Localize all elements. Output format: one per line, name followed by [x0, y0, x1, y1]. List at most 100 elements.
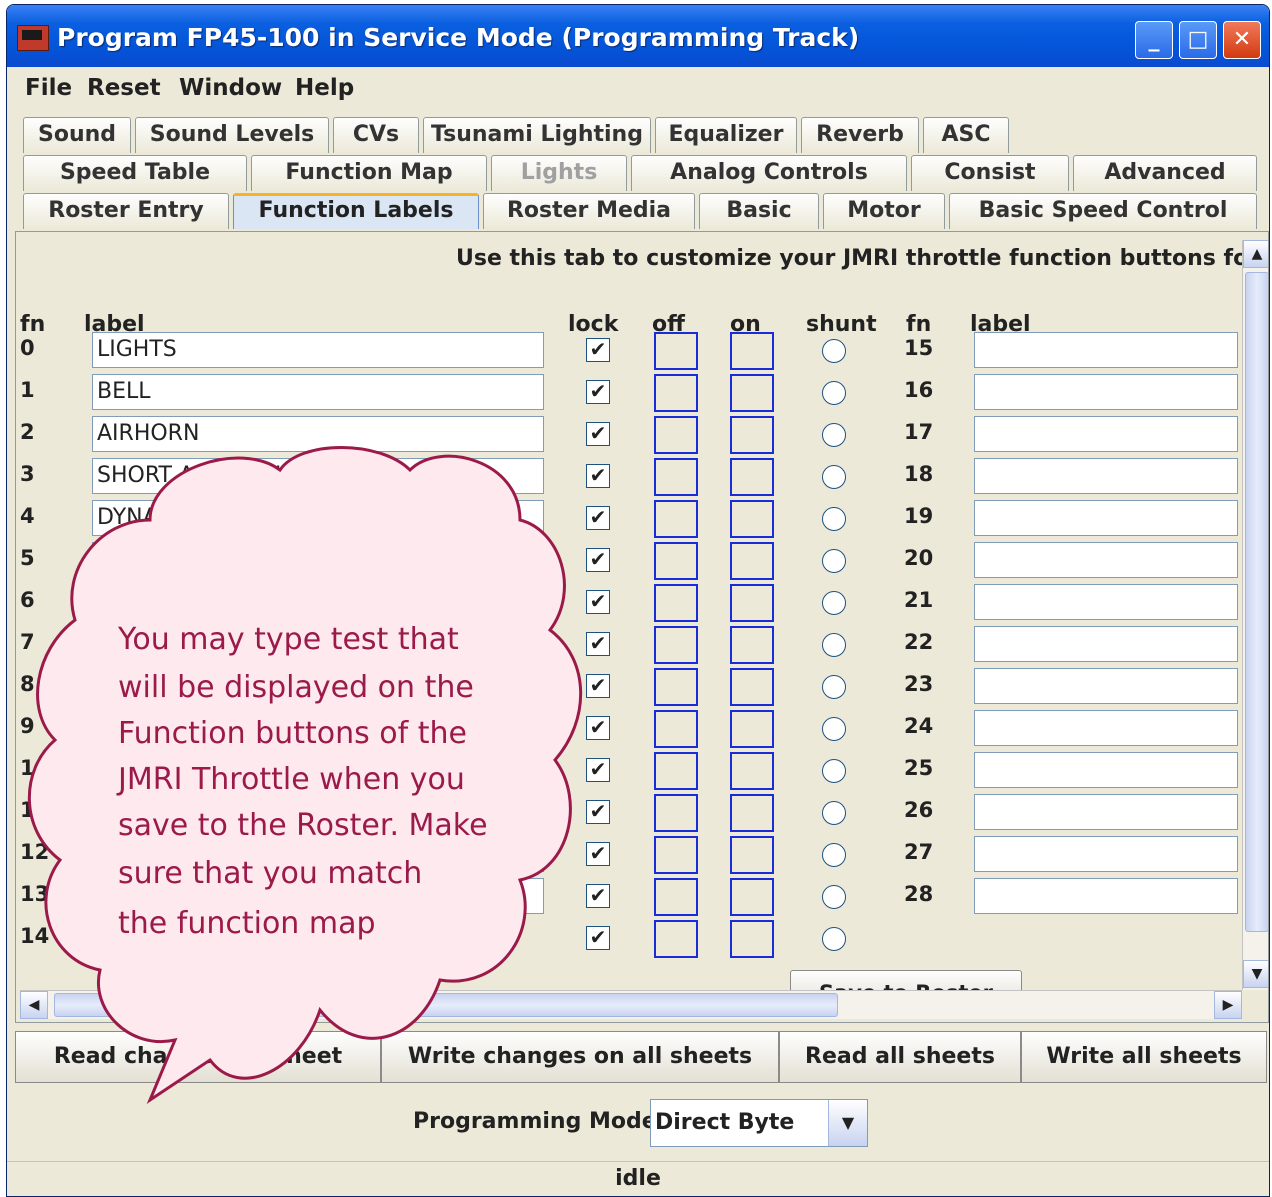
scroll-up-icon[interactable]: ▲: [1243, 240, 1268, 268]
off-icon-slot[interactable]: [654, 836, 698, 874]
lock-checkbox[interactable]: ✔: [586, 422, 610, 446]
on-icon-slot[interactable]: [730, 416, 774, 454]
shunt-radio[interactable]: [822, 465, 846, 489]
function-label-input-right[interactable]: [974, 542, 1238, 578]
function-label-input[interactable]: LIGHTS: [92, 332, 544, 368]
menu-window[interactable]: Window: [179, 75, 282, 101]
function-label-input-right[interactable]: [974, 878, 1238, 914]
lock-checkbox[interactable]: ✔: [586, 884, 610, 908]
tab-function-map[interactable]: Function Map: [251, 155, 487, 191]
function-label-input-right[interactable]: [974, 584, 1238, 620]
function-label-input-right[interactable]: [974, 794, 1238, 830]
scroll-down-icon[interactable]: ▼: [1243, 960, 1268, 988]
shunt-radio[interactable]: [822, 507, 846, 531]
lock-checkbox[interactable]: ✔: [586, 464, 610, 488]
write-changes-all-button[interactable]: Write changes on all sheets: [381, 1031, 779, 1083]
function-label-input[interactable]: [92, 584, 544, 620]
chevron-down-icon[interactable]: ▼: [828, 1100, 867, 1146]
menu-help[interactable]: Help: [295, 75, 354, 101]
on-icon-slot[interactable]: [730, 500, 774, 538]
tab-analog-controls[interactable]: Analog Controls: [631, 155, 907, 191]
tab-roster-entry[interactable]: Roster Entry: [23, 193, 229, 229]
function-label-input[interactable]: BELL: [92, 374, 544, 410]
on-icon-slot[interactable]: [730, 668, 774, 706]
shunt-radio[interactable]: [822, 927, 846, 951]
off-icon-slot[interactable]: [654, 878, 698, 916]
off-icon-slot[interactable]: [654, 668, 698, 706]
shunt-radio[interactable]: [822, 801, 846, 825]
lock-checkbox[interactable]: ✔: [586, 632, 610, 656]
tab-cvs[interactable]: CVs: [333, 117, 419, 153]
lock-checkbox[interactable]: ✔: [586, 716, 610, 740]
scroll-left-icon[interactable]: ◀: [20, 991, 48, 1019]
function-label-input-right[interactable]: [974, 668, 1238, 704]
shunt-radio[interactable]: [822, 675, 846, 699]
off-icon-slot[interactable]: [654, 374, 698, 412]
off-icon-slot[interactable]: [654, 500, 698, 538]
lock-checkbox[interactable]: ✔: [586, 758, 610, 782]
function-label-input-right[interactable]: [974, 836, 1238, 872]
menu-file[interactable]: File: [25, 75, 72, 101]
shunt-radio[interactable]: [822, 759, 846, 783]
off-icon-slot[interactable]: [654, 542, 698, 580]
shunt-radio[interactable]: [822, 339, 846, 363]
vertical-scroll-thumb[interactable]: [1245, 272, 1268, 932]
function-label-input[interactable]: DYNA: [92, 500, 544, 536]
tab-basic[interactable]: Basic: [699, 193, 819, 229]
function-label-input-right[interactable]: [974, 710, 1238, 746]
off-icon-slot[interactable]: [654, 710, 698, 748]
tab-motor[interactable]: Motor: [823, 193, 945, 229]
write-all-sheets-button[interactable]: Write all sheets: [1021, 1031, 1267, 1083]
function-label-input-right[interactable]: [974, 374, 1238, 410]
lock-checkbox[interactable]: ✔: [586, 590, 610, 614]
off-icon-slot[interactable]: [654, 458, 698, 496]
off-icon-slot[interactable]: [654, 416, 698, 454]
on-icon-slot[interactable]: [730, 752, 774, 790]
function-label-input-right[interactable]: [974, 416, 1238, 452]
maximize-button[interactable]: □: [1179, 21, 1217, 59]
menu-reset[interactable]: Reset: [87, 75, 161, 101]
function-label-input[interactable]: [92, 542, 544, 578]
tab-advanced[interactable]: Advanced: [1073, 155, 1257, 191]
off-icon-slot[interactable]: [654, 332, 698, 370]
function-label-input[interactable]: AIRHORN: [92, 416, 544, 452]
tab-speed-table[interactable]: Speed Table: [23, 155, 247, 191]
tab-asc[interactable]: ASC: [923, 117, 1009, 153]
function-label-input-right[interactable]: [974, 500, 1238, 536]
on-icon-slot[interactable]: [730, 626, 774, 664]
off-icon-slot[interactable]: [654, 584, 698, 622]
shunt-radio[interactable]: [822, 717, 846, 741]
tab-basic-speed-control[interactable]: Basic Speed Control: [949, 193, 1257, 229]
on-icon-slot[interactable]: [730, 710, 774, 748]
on-icon-slot[interactable]: [730, 794, 774, 832]
function-label-input-right[interactable]: [974, 626, 1238, 662]
shunt-radio[interactable]: [822, 633, 846, 657]
lock-checkbox[interactable]: ✔: [586, 380, 610, 404]
lock-checkbox[interactable]: ✔: [586, 800, 610, 824]
tab-reverb[interactable]: Reverb: [801, 117, 919, 153]
lock-checkbox[interactable]: ✔: [586, 548, 610, 572]
shunt-radio[interactable]: [822, 591, 846, 615]
off-icon-slot[interactable]: [654, 626, 698, 664]
on-icon-slot[interactable]: [730, 332, 774, 370]
scroll-right-icon[interactable]: ▶: [1214, 991, 1242, 1019]
function-label-input-right[interactable]: [974, 332, 1238, 368]
tab-sound[interactable]: Sound: [23, 117, 131, 153]
read-all-sheets-button[interactable]: Read all sheets: [779, 1031, 1021, 1083]
off-icon-slot[interactable]: [654, 920, 698, 958]
shunt-radio[interactable]: [822, 423, 846, 447]
read-changes-button[interactable]: Read changes on sheet: [15, 1031, 381, 1083]
tab-sound-levels[interactable]: Sound Levels: [135, 117, 329, 153]
on-icon-slot[interactable]: [730, 374, 774, 412]
tab-equalizer[interactable]: Equalizer: [655, 117, 797, 153]
on-icon-slot[interactable]: [730, 878, 774, 916]
lock-checkbox[interactable]: ✔: [586, 338, 610, 362]
shunt-radio[interactable]: [822, 885, 846, 909]
tab-tsunami-lighting[interactable]: Tsunami Lighting: [423, 117, 651, 153]
tab-function-labels[interactable]: Function Labels: [233, 193, 479, 229]
on-icon-slot[interactable]: [730, 836, 774, 874]
tab-lights[interactable]: Lights: [491, 155, 627, 191]
tab-consist[interactable]: Consist: [911, 155, 1069, 191]
horizontal-scrollbar[interactable]: ◀ ▶: [20, 990, 1242, 1019]
lock-checkbox[interactable]: ✔: [586, 842, 610, 866]
